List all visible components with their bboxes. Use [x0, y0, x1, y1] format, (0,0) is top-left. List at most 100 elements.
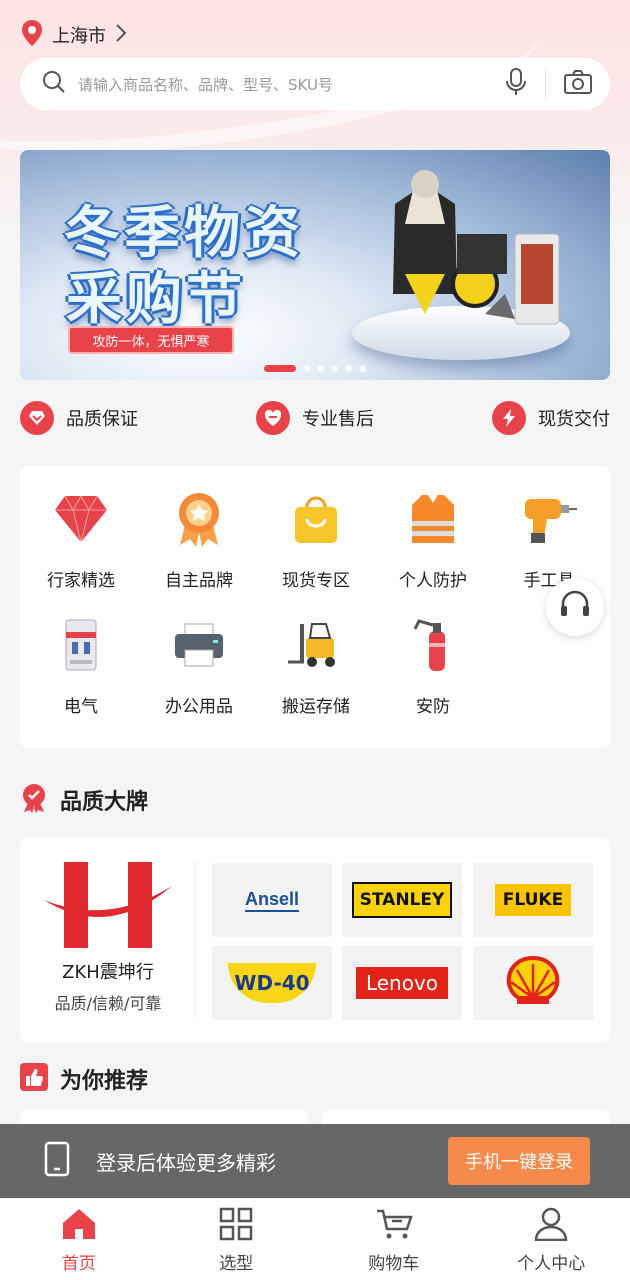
- recommend-section-title: 为你推荐: [60, 1069, 149, 1094]
- city-label: 上海市: [52, 26, 106, 47]
- category-label: 行家精选: [47, 571, 115, 591]
- forklift-icon: [286, 610, 346, 680]
- shell-icon: [505, 955, 561, 1010]
- category-label: 办公用品: [165, 697, 233, 717]
- shopping-bag-icon: [291, 484, 341, 554]
- headset-icon: [559, 590, 591, 624]
- brand-name: Lenovo: [355, 967, 449, 999]
- pagination-dot[interactable]: [345, 365, 352, 372]
- search-icon: [42, 70, 66, 98]
- brand-logo-wd40[interactable]: WD-40: [212, 946, 332, 1020]
- pagination-dot[interactable]: [359, 365, 366, 372]
- banner-slogan: 攻防一体，无惧严寒: [68, 326, 234, 354]
- zkh-name: ZKH震坤行: [62, 962, 154, 983]
- search-divider: [545, 69, 546, 99]
- brand-name: WD-40: [228, 963, 316, 1003]
- category-grid: 行家精选 自主品牌 现货专区 个人防护 手工具 电气 办公用品 搬运存储 安防: [20, 466, 610, 748]
- service-features: 品质保证 专业售后 现货交付: [20, 396, 610, 440]
- banner-product-image: [365, 164, 565, 338]
- banner-title-line2: 采购节: [66, 267, 246, 332]
- badge-icon: [20, 783, 48, 817]
- category-label: 搬运存储: [282, 697, 350, 717]
- category-item[interactable]: 现货专区: [257, 484, 375, 602]
- zkh-tagline: 品质/信赖/可靠: [54, 994, 162, 1013]
- brands-section-title: 品质大牌: [60, 790, 149, 815]
- category-label: 电气: [64, 697, 98, 717]
- safety-vest-icon: [410, 484, 456, 554]
- category-item[interactable]: 个人防护: [374, 484, 492, 602]
- brand-logo-fluke[interactable]: FLUKE: [473, 863, 593, 937]
- microphone-icon[interactable]: [505, 68, 527, 100]
- tab-label: 选型: [219, 1254, 254, 1274]
- category-item[interactable]: 电气: [22, 610, 140, 728]
- brand-logo-stanley[interactable]: STANLEY: [342, 863, 462, 937]
- bottom-tab-bar: 首页 选型 购物车 个人中心: [0, 1198, 630, 1280]
- feature-label: 专业售后: [302, 409, 374, 430]
- feature-label: 现货交付: [538, 409, 610, 430]
- brand-logo-ansell[interactable]: Ansell: [212, 863, 332, 937]
- customer-service-button[interactable]: [546, 578, 604, 636]
- feature-quality: 品质保证: [20, 401, 138, 435]
- tab-label: 首页: [61, 1254, 96, 1274]
- divider: [194, 860, 195, 1018]
- feature-delivery: 现货交付: [492, 401, 610, 435]
- home-icon: [61, 1207, 97, 1245]
- location-selector[interactable]: 上海市: [20, 18, 128, 52]
- brand-name: STANLEY: [351, 882, 453, 918]
- pagination-dot[interactable]: [317, 365, 324, 372]
- recommend-section-header: 为你推荐: [20, 1062, 148, 1096]
- tab-home[interactable]: 首页: [0, 1199, 158, 1280]
- handshake-heart-icon: [256, 401, 290, 435]
- phone-icon: [44, 1141, 70, 1181]
- category-item[interactable]: 行家精选: [22, 484, 140, 602]
- search-bar[interactable]: 请输入商品名称、品牌、型号、SKU号: [20, 58, 610, 110]
- grid-icon: [219, 1207, 253, 1245]
- feature-after-sales: 专业售后: [256, 401, 374, 435]
- zkh-logo: [42, 860, 174, 954]
- chevron-right-icon: [114, 23, 128, 47]
- brands-panel: ZKH震坤行 品质/信赖/可靠 Ansell STANLEY FLUKE WD-…: [20, 838, 610, 1042]
- thumbs-up-icon: [20, 1063, 48, 1095]
- tab-selection[interactable]: 选型: [158, 1199, 316, 1280]
- brand-logo-lenovo[interactable]: Lenovo: [342, 946, 462, 1020]
- drill-icon: [521, 484, 577, 554]
- category-item[interactable]: 安防: [374, 610, 492, 728]
- pagination-dot[interactable]: [264, 365, 296, 372]
- brand-name: Ansell: [244, 889, 300, 912]
- search-input[interactable]: 请输入商品名称、品牌、型号、SKU号: [78, 74, 505, 95]
- tab-cart[interactable]: 购物车: [315, 1199, 473, 1280]
- user-icon: [534, 1207, 568, 1245]
- brand-name: FLUKE: [494, 884, 572, 916]
- category-label: 安防: [416, 697, 450, 717]
- heart-diamond-icon: [20, 401, 54, 435]
- category-label: 现货专区: [282, 571, 350, 591]
- login-prompt-bar: 登录后体验更多精彩 手机一键登录: [0, 1124, 630, 1198]
- banner-pagination: [20, 365, 610, 372]
- pagination-dot[interactable]: [303, 365, 310, 372]
- tab-profile[interactable]: 个人中心: [473, 1199, 630, 1280]
- fire-extinguisher-icon: [411, 610, 455, 680]
- category-item[interactable]: 自主品牌: [140, 484, 258, 602]
- zkh-brand-card[interactable]: ZKH震坤行 品质/信赖/可靠: [20, 838, 196, 1042]
- login-prompt-message: 登录后体验更多精彩: [96, 1150, 276, 1175]
- lightning-icon: [492, 401, 526, 435]
- phone-login-button[interactable]: 手机一键登录: [448, 1137, 590, 1185]
- pagination-dot[interactable]: [331, 365, 338, 372]
- diamond-icon: [53, 484, 109, 554]
- camera-icon[interactable]: [564, 70, 592, 98]
- brand-logo-shell[interactable]: [473, 946, 593, 1020]
- category-item[interactable]: 搬运存储: [257, 610, 375, 728]
- brands-section-header: 品质大牌: [20, 783, 148, 817]
- feature-label: 品质保证: [66, 409, 138, 430]
- tab-label: 个人中心: [517, 1254, 586, 1274]
- medal-icon: [174, 484, 224, 554]
- category-label: 自主品牌: [165, 571, 233, 591]
- circuit-breaker-icon: [64, 610, 98, 680]
- promo-banner[interactable]: 冬季物资 采购节 攻防一体，无惧严寒: [20, 150, 610, 380]
- tab-label: 购物车: [368, 1254, 420, 1274]
- printer-icon: [173, 610, 225, 680]
- category-item[interactable]: 办公用品: [140, 610, 258, 728]
- category-label: 个人防护: [399, 571, 467, 591]
- cart-icon: [375, 1207, 413, 1245]
- location-pin-icon: [20, 19, 44, 51]
